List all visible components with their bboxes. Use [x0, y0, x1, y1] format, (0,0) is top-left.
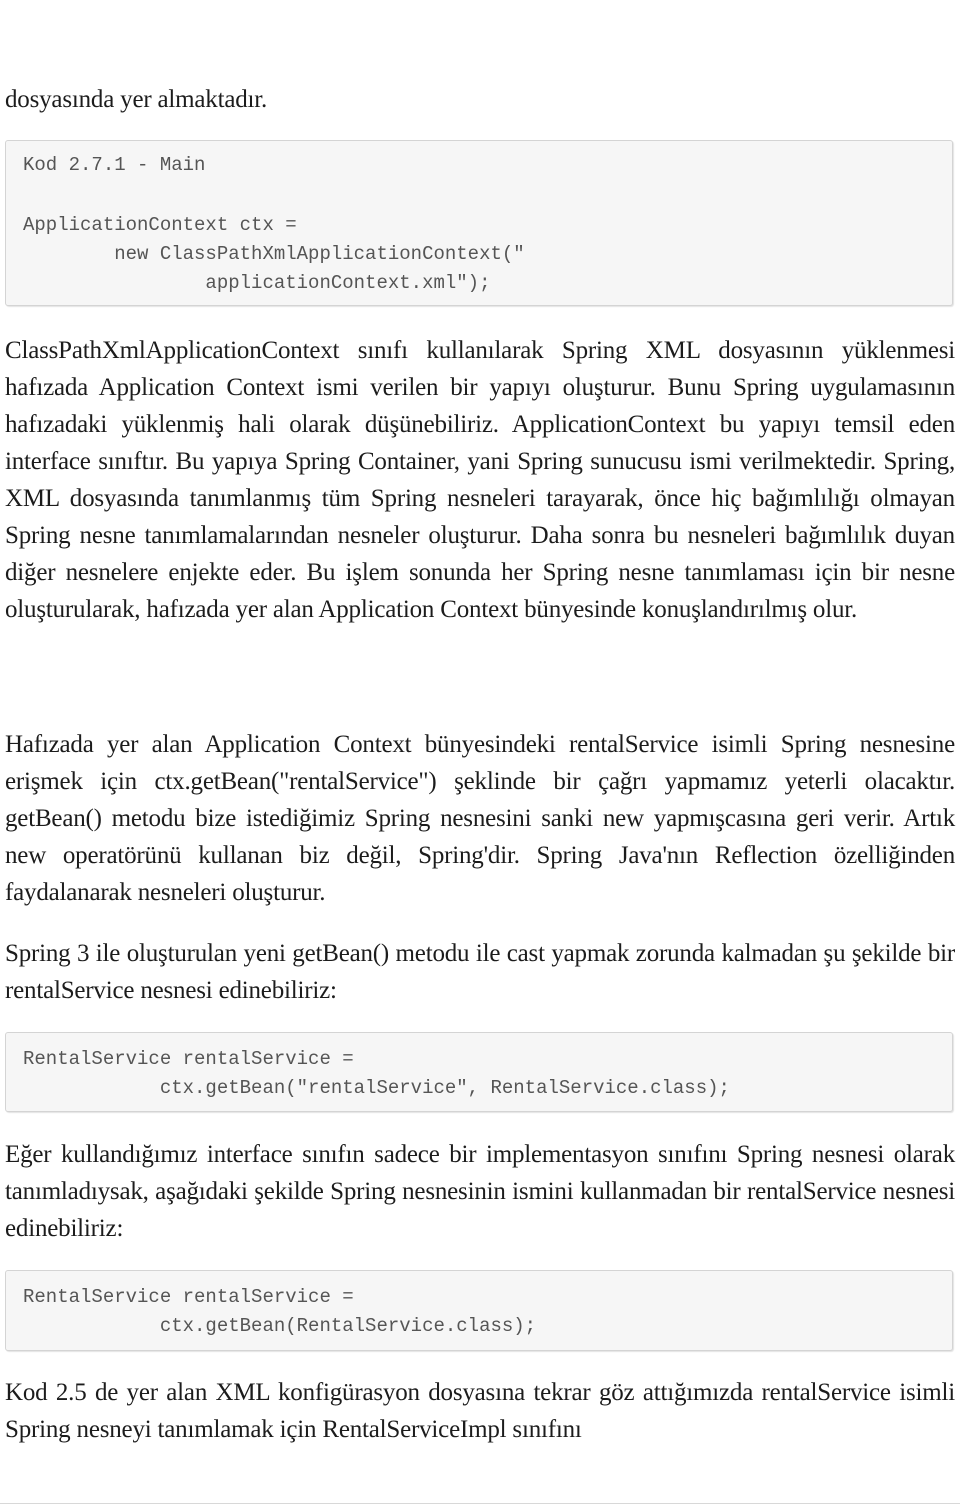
code-line: ctx.getBean(RentalService.class); [23, 1315, 537, 1337]
page-divider [0, 1503, 960, 1504]
paragraph-application-context: ClassPathXmlApplicationContext sınıfı ku… [5, 337, 955, 623]
code-block-main: Kod 2.7.1 - Main ApplicationContext ctx … [5, 140, 953, 306]
code-caption: Kod 2.7.1 - Main [23, 154, 206, 176]
code-line: applicationContext.xml"); [23, 272, 491, 294]
code-line: RentalService rentalService = [23, 1286, 354, 1308]
code-line: new ClassPathXmlApplicationContext(" [23, 243, 525, 265]
paragraph-getbean: Hafızada yer alan Application Context bü… [5, 731, 955, 906]
paragraph-single-implementation: Eğer kullandığımız interface sınıfın sad… [5, 1141, 955, 1242]
code-block-getbean-named: RentalService rentalService = ctx.getBea… [5, 1032, 953, 1112]
paragraph-xml-config: Kod 2.5 de yer alan XML konfigürasyon do… [5, 1379, 955, 1443]
paragraph-spring3-getbean: Spring 3 ile oluşturulan yeni getBean() … [5, 940, 955, 1004]
code-block-getbean-by-type: RentalService rentalService = ctx.getBea… [5, 1270, 953, 1351]
code-line: ctx.getBean("rentalService", RentalServi… [23, 1077, 730, 1099]
paragraph-intro-tail: dosyasında yer almaktadır. [5, 86, 268, 113]
code-line: ApplicationContext ctx = [23, 214, 297, 236]
code-line: RentalService rentalService = [23, 1048, 354, 1070]
